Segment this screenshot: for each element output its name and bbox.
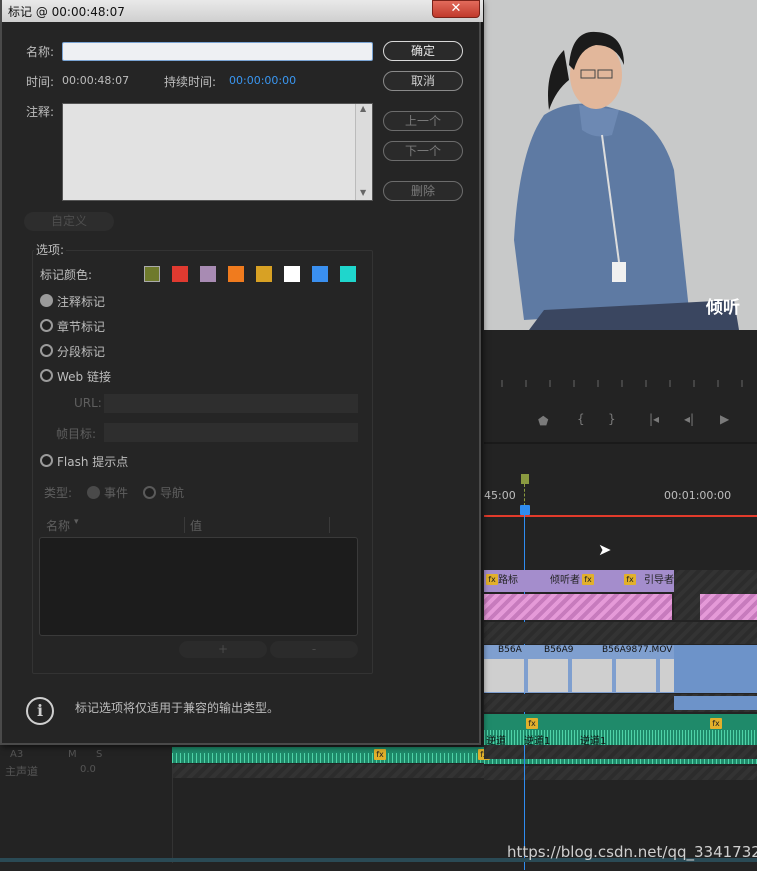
mouse-cursor-icon: ➤	[598, 540, 612, 559]
custom-button[interactable]: 自定义	[24, 212, 114, 231]
watermark-url: https://blog.csdn.net/qq_33417321	[507, 843, 757, 861]
comment-textarea[interactable]	[62, 103, 373, 201]
add-param-button[interactable]: +	[179, 641, 267, 658]
color-swatch-lavender[interactable]	[200, 266, 216, 282]
clip-label: 引导者	[644, 575, 674, 586]
color-swatch-red[interactable]	[172, 266, 188, 282]
radio-label: Web 链接	[57, 370, 111, 384]
radio-type-nav[interactable]	[143, 486, 156, 499]
fx-badge: fx	[710, 718, 722, 729]
delete-button[interactable]: 删除	[383, 181, 463, 201]
fx-badge: fx	[374, 749, 386, 760]
track-label: A3	[10, 749, 24, 760]
title-clip-pink[interactable]	[700, 594, 757, 620]
master-volume[interactable]: 0.0	[80, 764, 96, 775]
color-swatch-orange[interactable]	[228, 266, 244, 282]
radio-type-event[interactable]	[87, 486, 100, 499]
name-input[interactable]	[62, 42, 373, 61]
track-headers: fx fx A3 M S 主声道 0.0	[0, 745, 490, 870]
mark-in-icon[interactable]: {	[577, 412, 585, 426]
color-swatch-white[interactable]	[284, 266, 300, 282]
program-monitor-video: 倾听	[484, 0, 757, 330]
dialog-title: 标记 @ 00:00:48:07	[8, 5, 125, 19]
footer-note: 标记选项将仅适用于兼容的输出类型。	[75, 701, 280, 715]
clip-label: B56A	[498, 645, 522, 655]
time-label: 时间:	[26, 75, 55, 89]
scroll-down-icon[interactable]: ▼	[360, 188, 366, 197]
type-event-label: 事件	[104, 486, 129, 500]
marker-color-label: 标记颜色:	[40, 268, 93, 282]
radio-label: 分段标记	[57, 345, 106, 359]
video-caption: 倾听	[706, 298, 740, 318]
mark-out-icon[interactable]: }	[608, 412, 616, 426]
ok-button[interactable]: 确定	[383, 41, 463, 61]
cancel-button[interactable]: 取消	[383, 71, 463, 91]
title-clip-pink[interactable]	[484, 594, 672, 620]
clip-label: 路标	[498, 575, 518, 586]
url-input[interactable]	[104, 394, 358, 413]
clip-label: B56A9877.MOV	[602, 645, 673, 655]
cue-point-table[interactable]	[39, 537, 358, 636]
col-value-header[interactable]: 值	[190, 517, 202, 534]
color-swatch-cyan[interactable]	[340, 266, 356, 282]
dialog-titlebar[interactable]: 标记 @ 00:00:48:07 ✕	[2, 0, 483, 22]
fx-badge: fx	[582, 574, 594, 585]
radio-comment-marker[interactable]	[40, 294, 53, 307]
url-label: URL:	[74, 396, 102, 410]
clip-label: 倾听者	[550, 575, 580, 586]
solo-button[interactable]: S	[96, 749, 102, 760]
color-swatch-olive[interactable]	[144, 266, 160, 282]
info-icon: i	[26, 697, 54, 725]
frame-target-input[interactable]	[104, 423, 358, 442]
step-back-icon[interactable]: ◂|	[684, 412, 694, 426]
duration-value[interactable]: 00:00:00:00	[229, 74, 296, 87]
playback-ruler	[501, 380, 743, 387]
timeline-time-right: 00:01:00:00	[664, 489, 732, 502]
timeline-time-left: 45:00	[484, 489, 516, 502]
master-track-label: 主声道	[5, 765, 38, 778]
play-icon[interactable]: ▶	[720, 412, 729, 426]
prev-button[interactable]: 上一个	[383, 111, 463, 131]
flash-label: Flash 提示点	[57, 455, 129, 469]
color-swatch-blue[interactable]	[312, 266, 328, 282]
remove-param-button[interactable]: -	[270, 641, 358, 658]
frame-target-label: 帧目标:	[56, 427, 97, 441]
timeline-marker[interactable]	[521, 474, 529, 484]
playhead-handle[interactable]	[520, 505, 530, 515]
comment-label: 注释:	[26, 105, 55, 119]
go-to-in-icon[interactable]: |◂	[649, 412, 659, 426]
col-name-header[interactable]: 名称	[46, 517, 70, 534]
next-button[interactable]: 下一个	[383, 141, 463, 161]
speaker-image	[484, 0, 757, 330]
radio-segment-marker[interactable]	[40, 344, 53, 357]
type-nav-label: 导航	[160, 486, 185, 500]
marker-dialog: 标记 @ 00:00:48:07 ✕ 名称: 时间: 00:00:48:07 持…	[0, 0, 483, 745]
duration-label: 持续时间:	[164, 75, 217, 89]
scroll-up-icon[interactable]: ▲	[360, 104, 366, 113]
mute-button[interactable]: M	[68, 749, 77, 760]
radio-label: 注释标记	[57, 295, 106, 309]
type-label: 类型:	[44, 486, 73, 500]
radio-flash-cue[interactable]	[40, 454, 53, 467]
radio-web-link[interactable]	[40, 369, 53, 382]
color-swatch-gold[interactable]	[256, 266, 272, 282]
name-label: 名称:	[26, 45, 55, 59]
comment-scrollbar[interactable]: ▲ ▼	[355, 104, 372, 200]
add-marker-icon[interactable]: ⬟	[538, 414, 548, 428]
clip-label: B56A9	[544, 645, 574, 655]
radio-label: 章节标记	[57, 320, 106, 334]
close-button[interactable]: ✕	[432, 0, 480, 18]
sort-icon: ▾	[74, 517, 79, 527]
options-label: 选项:	[34, 241, 67, 258]
time-value: 00:00:48:07	[62, 74, 130, 87]
radio-chapter-marker[interactable]	[40, 319, 53, 332]
video-clip-track[interactable]	[674, 645, 757, 693]
fx-badge: fx	[624, 574, 636, 585]
fx-badge: fx	[526, 718, 538, 729]
fx-badge: fx	[486, 574, 498, 585]
